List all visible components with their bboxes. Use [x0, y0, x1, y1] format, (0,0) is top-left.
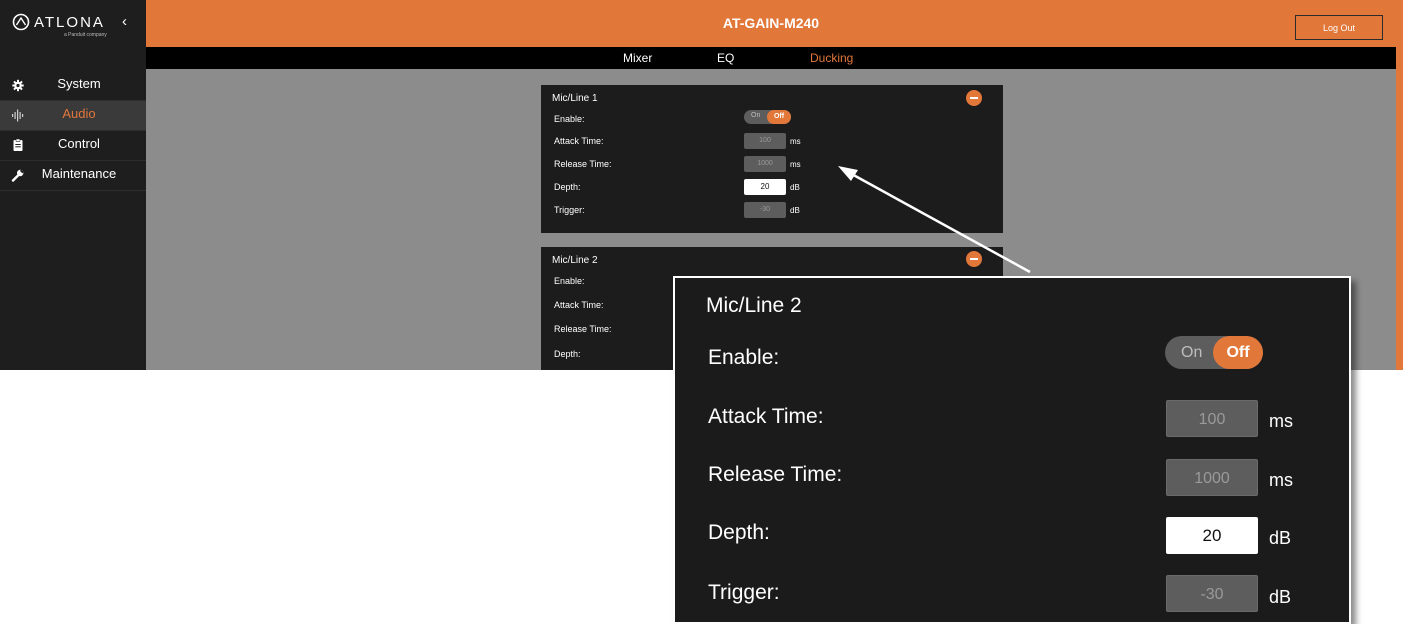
tab-bar: Mixer EQ Ducking [146, 47, 1396, 69]
atlona-logo-icon [12, 13, 30, 31]
zoom-attack-time-label: Attack Time: [708, 405, 824, 428]
collapse-card-icon[interactable] [966, 251, 982, 267]
zoom-inset-mic-line-2: Mic/Line 2 Enable: On Off Attack Time: 1… [673, 276, 1351, 624]
sidebar-item-label: System [57, 76, 101, 91]
collapse-sidebar-icon[interactable]: ‹ [122, 13, 127, 30]
zoom-trigger-field[interactable]: -30 [1166, 575, 1258, 612]
sidebar-item-control[interactable]: Control [0, 131, 146, 161]
zoom-release-time-label: Release Time: [708, 463, 843, 486]
sidebar-item-label: Maintenance [41, 166, 117, 181]
toggle-on-label: On [1181, 344, 1203, 361]
depth-label: Depth: [554, 349, 581, 359]
enable-label: Enable: [554, 276, 585, 286]
attack-time-label: Attack Time: [554, 136, 604, 146]
attack-time-label: Attack Time: [554, 300, 604, 310]
channel-title: Mic/Line 2 [552, 255, 598, 266]
channel-card-mic-line-1: Mic/Line 1 Enable: On Off Attack Time: 1… [541, 85, 1003, 233]
release-time-unit: ms [790, 160, 801, 169]
sidebar-item-label: Audio [62, 106, 96, 121]
logo-subtitle: a Panduit company [64, 32, 107, 38]
window-edge-accent [1396, 0, 1403, 370]
brand-logo: ATLONA a Panduit company ‹ [0, 0, 146, 47]
release-time-field[interactable]: 1000 [744, 156, 786, 172]
zoom-depth-label: Depth: [708, 521, 770, 544]
toggle-off-label: Off [767, 110, 791, 124]
zoom-attack-time-field[interactable]: 100 [1166, 400, 1258, 437]
trigger-field[interactable]: -30 [744, 202, 786, 218]
sidebar-item-label: Control [58, 136, 100, 151]
toggle-on-label: On [751, 112, 761, 119]
trigger-unit: dB [790, 206, 800, 215]
zoom-release-time-unit: ms [1269, 470, 1293, 490]
zoom-depth-unit: dB [1269, 528, 1292, 548]
release-time-label: Release Time: [554, 159, 612, 169]
zoom-trigger-label: Trigger: [708, 581, 780, 604]
sidebar-item-system[interactable]: System [0, 71, 146, 101]
sidebar: ATLONA a Panduit company ‹ System Audio … [0, 0, 146, 370]
enable-toggle[interactable]: On Off [744, 110, 791, 124]
sidebar-item-audio[interactable]: Audio [0, 101, 146, 131]
sidebar-nav: System Audio Control Maintenance [0, 71, 146, 191]
sidebar-item-maintenance[interactable]: Maintenance [0, 161, 146, 191]
tab-eq[interactable]: EQ [717, 51, 734, 65]
logout-button[interactable]: Log Out [1295, 15, 1383, 40]
tab-mixer[interactable]: Mixer [623, 51, 652, 65]
header-bar: AT-GAIN-M240 Log Out [146, 0, 1396, 47]
channel-title: Mic/Line 1 [552, 93, 598, 104]
device-title: AT-GAIN-M240 [722, 15, 820, 31]
attack-time-field[interactable]: 100 [744, 133, 786, 149]
toggle-off-label: Off [1213, 336, 1263, 369]
zoom-release-time-field[interactable]: 1000 [1166, 459, 1258, 496]
logo-text: ATLONA [34, 14, 105, 31]
tab-ducking[interactable]: Ducking [810, 51, 853, 65]
depth-unit: dB [790, 183, 800, 192]
zoom-enable-label: Enable: [708, 346, 780, 369]
depth-field[interactable]: 20 [744, 179, 786, 195]
zoom-attack-time-unit: ms [1269, 411, 1293, 431]
zoom-depth-field[interactable]: 20 [1166, 517, 1258, 554]
enable-label: Enable: [554, 114, 585, 124]
zoom-channel-title: Mic/Line 2 [706, 294, 802, 317]
release-time-label: Release Time: [554, 324, 612, 334]
trigger-label: Trigger: [554, 205, 585, 215]
zoom-trigger-unit: dB [1269, 587, 1292, 607]
attack-time-unit: ms [790, 137, 801, 146]
depth-label: Depth: [554, 182, 581, 192]
zoom-enable-toggle[interactable]: On Off [1165, 336, 1263, 369]
collapse-card-icon[interactable] [966, 90, 982, 106]
